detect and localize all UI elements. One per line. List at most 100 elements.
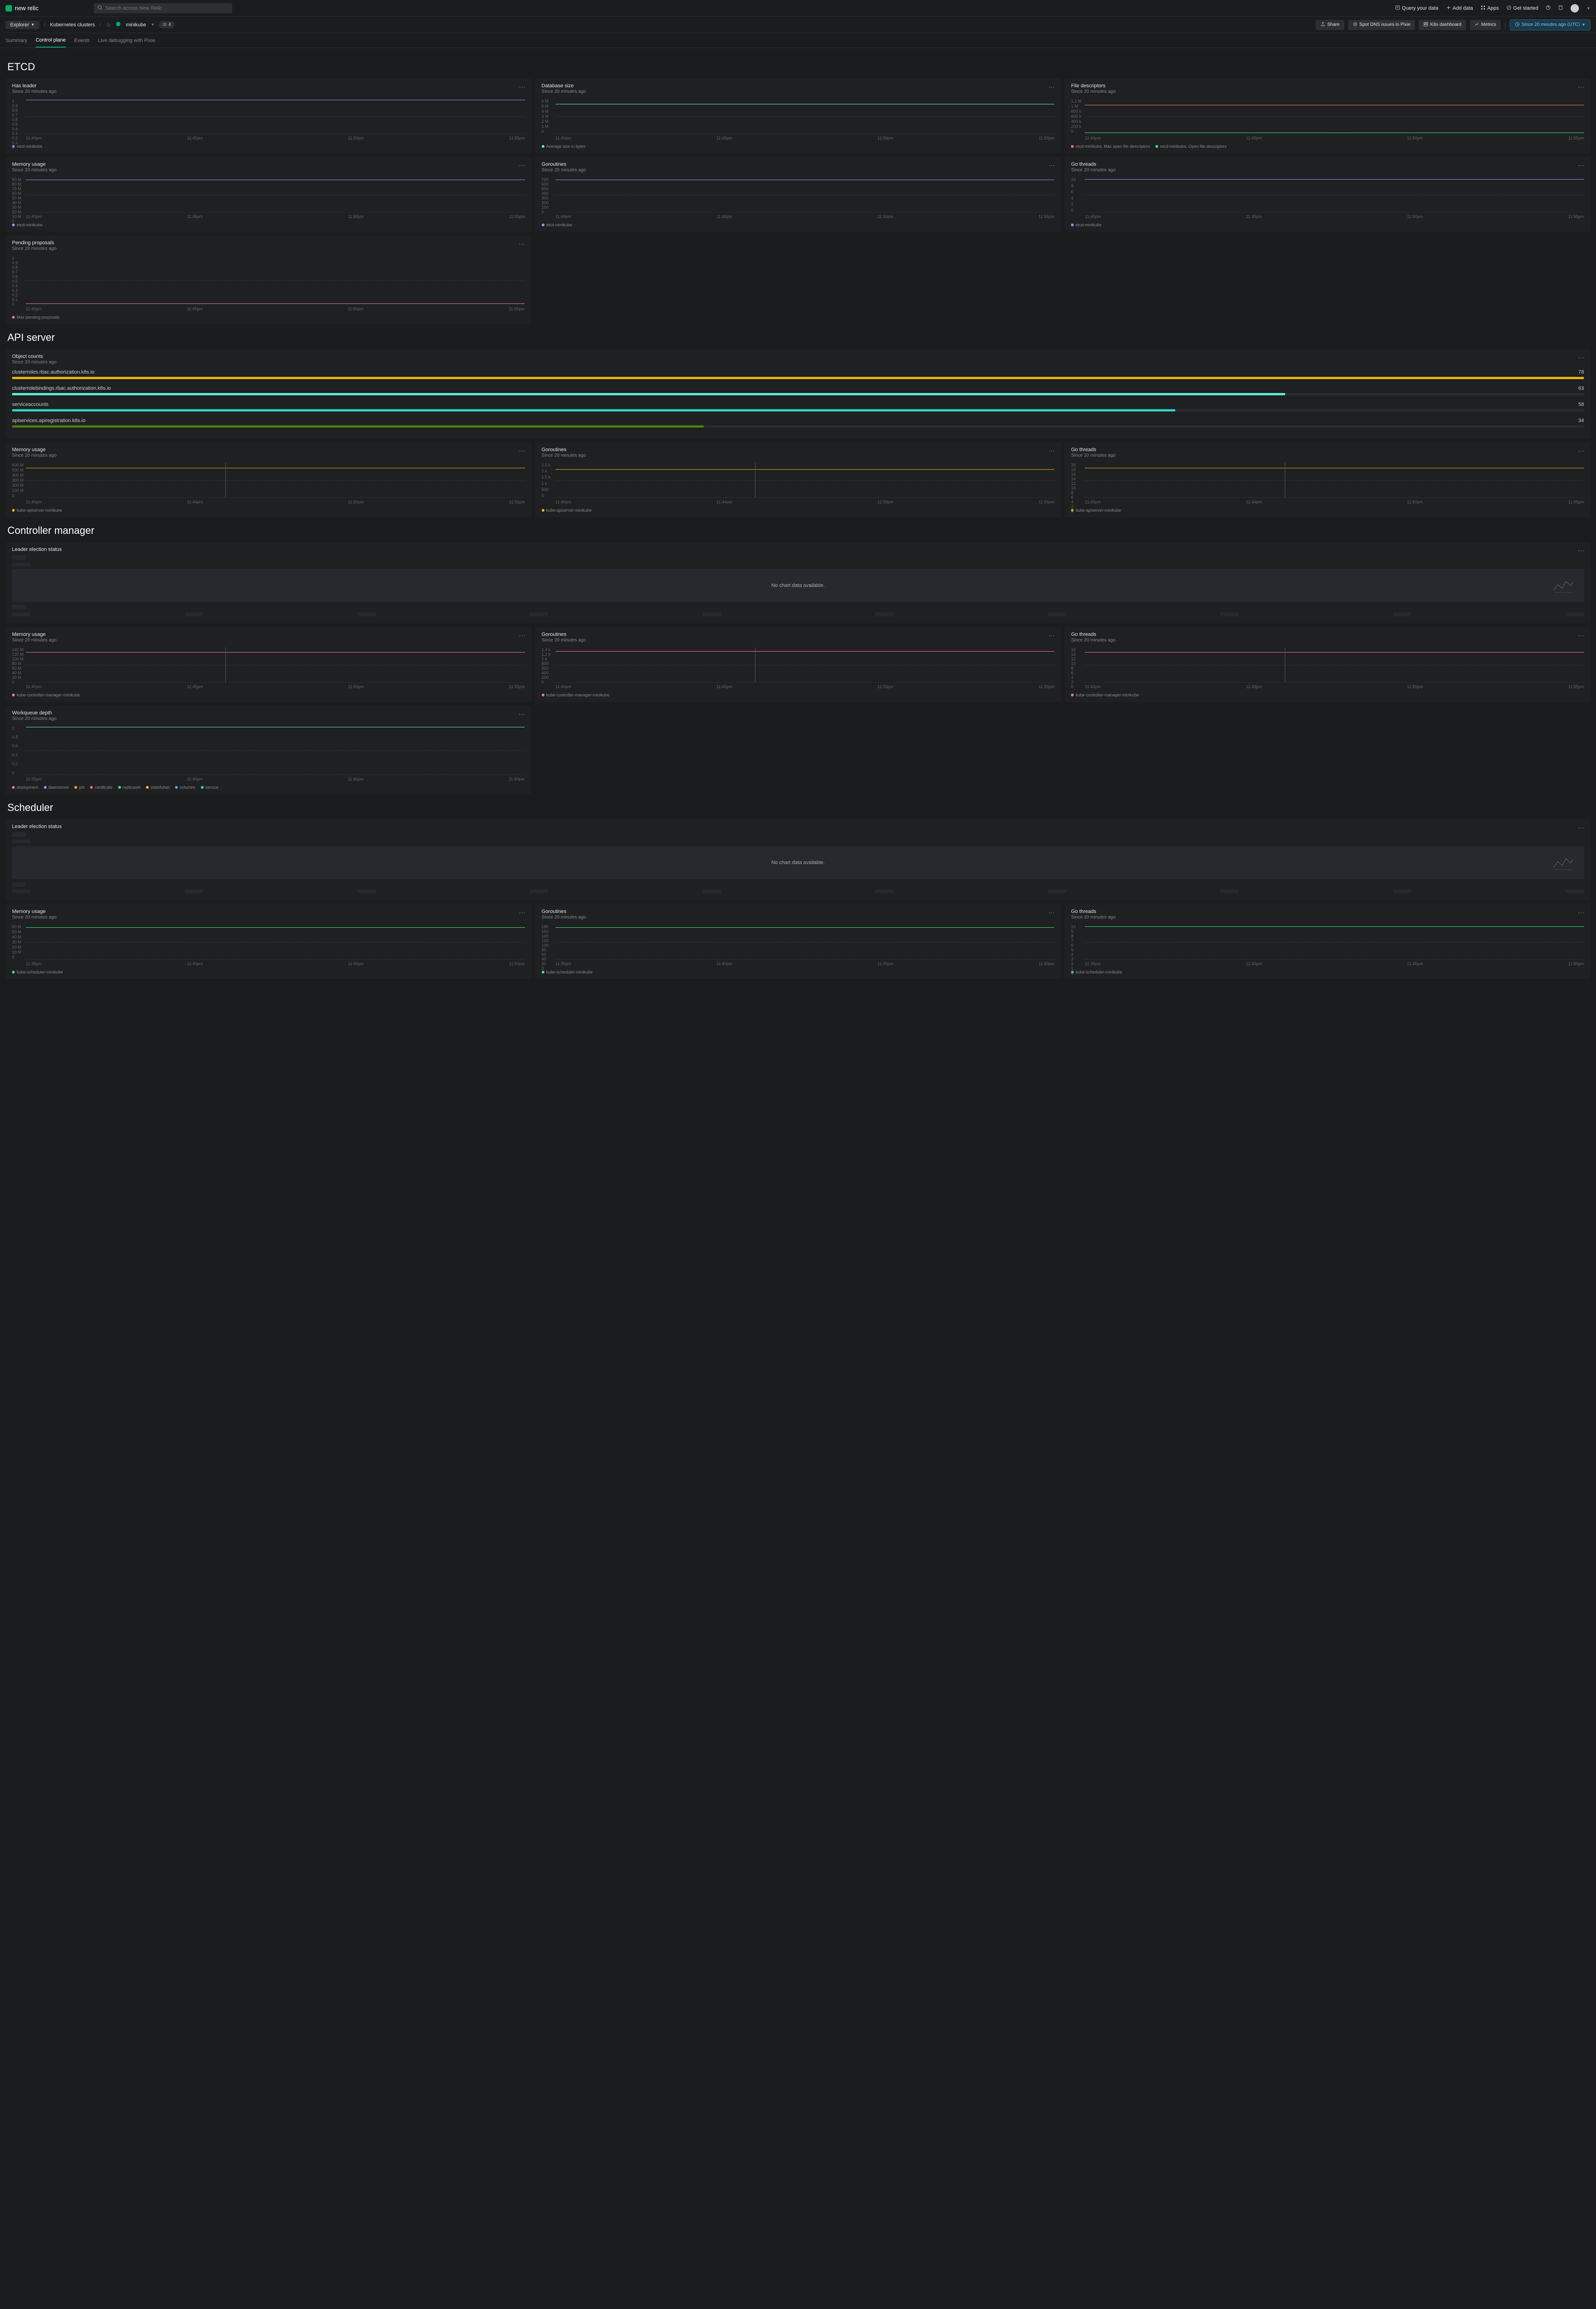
panel-menu-icon[interactable]: ⋯ — [1048, 83, 1055, 91]
tab-live-debugging[interactable]: Live debugging with Pixie — [98, 34, 155, 47]
panel-menu-icon[interactable]: ⋯ — [1578, 162, 1585, 169]
panel-menu-icon[interactable]: ⋯ — [519, 447, 526, 455]
chart-plot — [26, 256, 525, 305]
panel-api-memory: Memory usage Since 20 minutes ago ⋯ 600 … — [6, 442, 532, 517]
chevron-down-icon[interactable]: ▼ — [1586, 6, 1590, 11]
legend-item: kube-apiserver-minikube — [1071, 508, 1121, 513]
panel-menu-icon[interactable]: ⋯ — [1578, 83, 1585, 91]
breadcrumb-bar: Explorer▼ / Kubernetes clusters / ☆ mini… — [0, 17, 1596, 33]
panel-api-gothreads: Go threads Since 20 minutes ago ⋯ 201816… — [1064, 442, 1590, 517]
no-data-message: No chart data available. — [12, 569, 1584, 602]
panel-menu-icon[interactable]: ⋯ — [1048, 162, 1055, 169]
panel-menu-icon[interactable]: ⋯ — [1048, 447, 1055, 455]
panel-cm-goroutines: Goroutines Since 20 minutes ago ⋯ 1.4 k1… — [535, 627, 1061, 702]
crumb-cluster[interactable]: minikube — [126, 22, 146, 28]
panel-title: Has leader — [12, 83, 525, 89]
search-box[interactable] — [94, 3, 232, 13]
time-picker[interactable]: Since 20 minutes ago (UTC)▼ — [1510, 19, 1590, 30]
help-icon[interactable] — [1546, 5, 1551, 12]
panel-menu-icon[interactable]: ⋯ — [519, 162, 526, 169]
avatar[interactable] — [1571, 4, 1579, 12]
topnav-right: Query your data Add data Apps Get starte… — [1395, 4, 1590, 12]
panel-title: Database size — [542, 83, 1055, 89]
panel-title: Go threads — [1071, 162, 1584, 167]
chart-line — [26, 652, 525, 653]
apps-link[interactable]: Apps — [1481, 5, 1499, 12]
panel-cm-memory: Memory usage Since 20 minutes ago ⋯ 140 … — [6, 627, 532, 702]
explorer-dropdown[interactable]: Explorer▼ — [6, 21, 39, 29]
tag-icon: ⊙ — [163, 22, 166, 27]
legend-dot — [118, 786, 121, 789]
objcount-row: clusterrolebindings.rbac.authorization.k… — [12, 386, 1584, 395]
chart-line — [1085, 652, 1584, 653]
panel-subtitle: Since 20 minutes ago — [1071, 453, 1584, 458]
star-icon[interactable]: ☆ — [106, 21, 111, 29]
panel-subtitle: Since 20 minutes ago — [12, 246, 525, 251]
legend-item: etcd-minikube, Max open file descriptors — [1071, 144, 1150, 149]
panel-menu-icon[interactable]: ⋯ — [519, 909, 526, 917]
tab-events[interactable]: Events — [74, 34, 90, 47]
get-started-link[interactable]: Get started — [1506, 5, 1538, 12]
newrelic-icon — [6, 5, 12, 12]
panel-title: Goroutines — [542, 447, 1055, 453]
query-icon — [1395, 5, 1400, 12]
search-icon — [97, 5, 103, 12]
tab-control-plane[interactable]: Control plane — [36, 34, 66, 48]
panel-cm-leader: Leader election status ⋯ No chart data a… — [6, 542, 1590, 623]
objcount-value: 34 — [1578, 418, 1584, 423]
panel-etcd-gothreads: Go threads Since 20 minutes ago ⋯ 108642… — [1064, 157, 1590, 232]
plus-icon — [1446, 5, 1451, 12]
panel-menu-icon[interactable]: ⋯ — [1578, 547, 1585, 555]
objcount-bar — [12, 425, 1584, 428]
panel-menu-icon[interactable]: ⋯ — [519, 240, 526, 248]
chart-plot — [556, 177, 1055, 212]
panel-title: Go threads — [1071, 909, 1584, 914]
legend-dot — [175, 786, 178, 789]
panel-menu-icon[interactable]: ⋯ — [1578, 909, 1585, 917]
tab-summary[interactable]: Summary — [6, 34, 27, 47]
panel-subtitle: Since 20 minutes ago — [12, 716, 525, 721]
panel-menu-icon[interactable]: ⋯ — [1578, 447, 1585, 455]
panel-api-goroutines: Goroutines Since 20 minutes ago ⋯ 2.5 k2… — [535, 442, 1061, 517]
objcount-value: 63 — [1578, 386, 1584, 391]
panel-title: Memory usage — [12, 909, 525, 914]
panel-menu-icon[interactable]: ⋯ — [519, 83, 526, 91]
panel-title: Leader election status — [12, 824, 1584, 829]
search-input[interactable] — [105, 6, 229, 11]
panel-title: Memory usage — [12, 162, 525, 167]
chart-line — [26, 927, 525, 928]
brand-logo[interactable]: new relic — [6, 5, 38, 12]
panel-menu-icon[interactable]: ⋯ — [519, 710, 526, 718]
chart-plot — [26, 177, 525, 212]
section-sched-title: Scheduler — [7, 802, 1590, 814]
pixie-dns-button[interactable]: Spot DNS issues in Pixie — [1348, 20, 1415, 30]
k8s-dashboard-button[interactable]: K8s dashboard — [1419, 20, 1466, 30]
metrics-button[interactable]: Metrics — [1470, 20, 1501, 30]
objcount-label: apiservices.apiregistration.k8s.io — [12, 418, 85, 423]
panel-menu-icon[interactable]: ⋯ — [1048, 909, 1055, 917]
panel-menu-icon[interactable]: ⋯ — [519, 632, 526, 640]
panel-menu-icon[interactable]: ⋯ — [1048, 632, 1055, 640]
legend-dot — [542, 509, 544, 512]
legend-item: Max pending proposals — [12, 315, 60, 320]
chevron-down-icon[interactable]: ▼ — [151, 23, 154, 27]
hover-line — [755, 463, 756, 497]
query-data-link[interactable]: Query your data — [1395, 5, 1439, 12]
panel-menu-icon[interactable]: ⋯ — [1578, 632, 1585, 640]
panel-menu-icon[interactable]: ⋯ — [1578, 354, 1585, 362]
crumb-clusters[interactable]: Kubernetes clusters — [50, 22, 95, 28]
objcount-bar — [12, 409, 1584, 411]
panel-subtitle: Since 20 minutes ago — [1071, 168, 1584, 173]
chart-plot — [1085, 647, 1584, 683]
add-data-link[interactable]: Add data — [1446, 5, 1473, 12]
tag-badge[interactable]: ⊙4 — [159, 21, 175, 28]
share-button[interactable]: Share — [1316, 20, 1344, 30]
panel-title: Leader election status — [12, 547, 1584, 552]
settings-icon[interactable] — [1558, 5, 1563, 12]
chart-line — [1085, 926, 1584, 927]
panel-menu-icon[interactable]: ⋯ — [1578, 824, 1585, 832]
chart-plot — [1085, 925, 1584, 960]
chart-line — [1085, 179, 1584, 180]
panel-title: Workqueue depth — [12, 710, 525, 716]
legend-dot — [12, 224, 15, 226]
